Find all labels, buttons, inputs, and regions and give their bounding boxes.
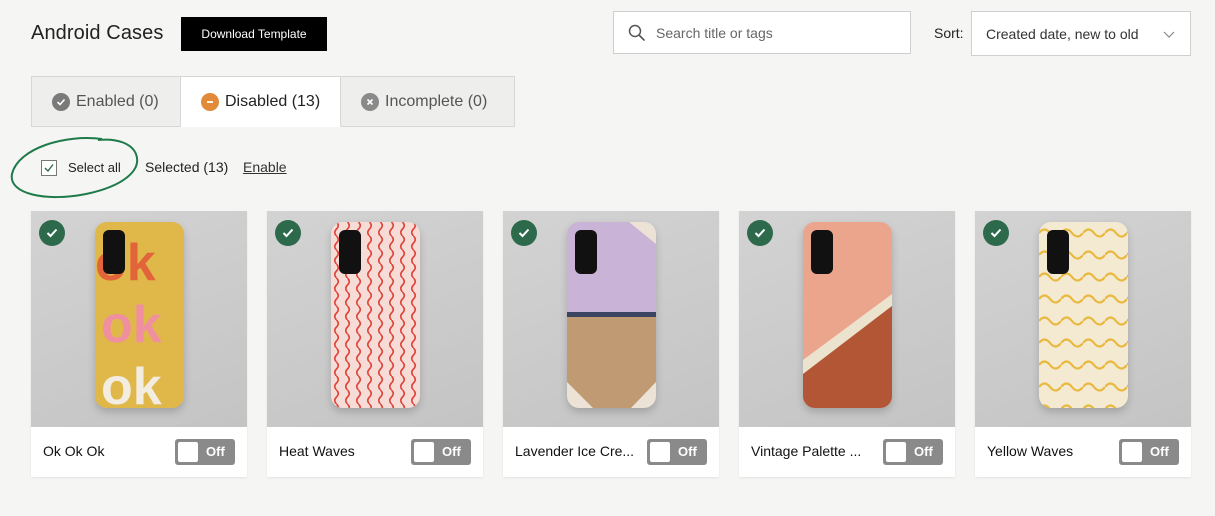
- camera-icon: [339, 230, 361, 274]
- enable-toggle[interactable]: Off: [175, 439, 235, 465]
- selected-check-icon[interactable]: [275, 220, 301, 246]
- select-all-checkbox[interactable]: [41, 160, 57, 176]
- camera-icon: [811, 230, 833, 274]
- enable-toggle[interactable]: Off: [647, 439, 707, 465]
- selected-check-icon[interactable]: [747, 220, 773, 246]
- phone-case-mockup: ok ok ok: [95, 222, 184, 408]
- phone-case-mockup: [567, 222, 656, 408]
- product-card[interactable]: Lavender Ice Cre... Off: [503, 211, 719, 477]
- toggle-label: Off: [914, 444, 933, 459]
- status-tabs: Enabled (0) Disabled (13) Incomplete (0): [31, 76, 515, 127]
- page-title: Android Cases: [31, 22, 164, 44]
- camera-icon: [575, 230, 597, 274]
- product-card[interactable]: ok ok ok Ok Ok Ok Off: [31, 211, 247, 477]
- product-image[interactable]: ok ok ok: [31, 211, 247, 427]
- tab-label: Incomplete (0): [385, 92, 488, 110]
- search-icon: [628, 24, 645, 41]
- product-name: Heat Waves: [279, 443, 355, 459]
- product-image[interactable]: [503, 211, 719, 427]
- download-template-button[interactable]: Download Template: [181, 17, 327, 51]
- product-card[interactable]: Yellow Waves Off: [975, 211, 1191, 477]
- toggle-label: Off: [206, 444, 225, 459]
- toggle-label: Off: [1150, 444, 1169, 459]
- camera-icon: [1047, 230, 1069, 274]
- product-image[interactable]: [267, 211, 483, 427]
- toggle-label: Off: [442, 444, 461, 459]
- search-box[interactable]: [613, 11, 911, 54]
- selected-check-icon[interactable]: [511, 220, 537, 246]
- select-all-label[interactable]: Select all: [68, 160, 121, 175]
- phone-case-mockup: [1039, 222, 1128, 408]
- selected-check-icon[interactable]: [39, 220, 65, 246]
- sort-label: Sort:: [934, 25, 964, 41]
- product-name: Yellow Waves: [987, 443, 1074, 459]
- x-circle-icon: [361, 92, 379, 111]
- svg-text:ok: ok: [101, 358, 162, 408]
- tab-label: Enabled (0): [76, 92, 159, 110]
- chevron-down-icon: [1163, 31, 1175, 38]
- product-image[interactable]: [975, 211, 1191, 427]
- enable-toggle[interactable]: Off: [1119, 439, 1179, 465]
- enable-link[interactable]: Enable: [243, 159, 287, 175]
- product-name: Lavender Ice Cre...: [515, 443, 635, 459]
- minus-circle-icon: [201, 92, 219, 111]
- tab-incomplete[interactable]: Incomplete (0): [341, 76, 515, 127]
- tab-label: Disabled (13): [225, 92, 321, 110]
- product-card[interactable]: Heat Waves Off: [267, 211, 483, 477]
- tab-disabled[interactable]: Disabled (13): [181, 76, 341, 127]
- product-name: Vintage Palette ...: [751, 443, 862, 459]
- toggle-label: Off: [678, 444, 697, 459]
- svg-text:ok: ok: [101, 296, 162, 354]
- product-name: Ok Ok Ok: [43, 443, 105, 459]
- enable-toggle[interactable]: Off: [883, 439, 943, 465]
- selected-count: Selected (13): [145, 159, 229, 175]
- camera-icon: [103, 230, 125, 274]
- sort-value: Created date, new to old: [986, 25, 1139, 42]
- product-image[interactable]: [739, 211, 955, 427]
- product-card[interactable]: Vintage Palette ... Off: [739, 211, 955, 477]
- phone-case-mockup: [331, 222, 420, 408]
- search-input[interactable]: [654, 23, 898, 42]
- enable-toggle[interactable]: Off: [411, 439, 471, 465]
- check-circle-icon: [52, 92, 70, 111]
- tab-enabled[interactable]: Enabled (0): [31, 76, 181, 127]
- phone-case-mockup: [803, 222, 892, 408]
- sort-dropdown[interactable]: Created date, new to old: [971, 11, 1191, 56]
- selected-check-icon[interactable]: [983, 220, 1009, 246]
- checkmark-icon: [44, 164, 54, 173]
